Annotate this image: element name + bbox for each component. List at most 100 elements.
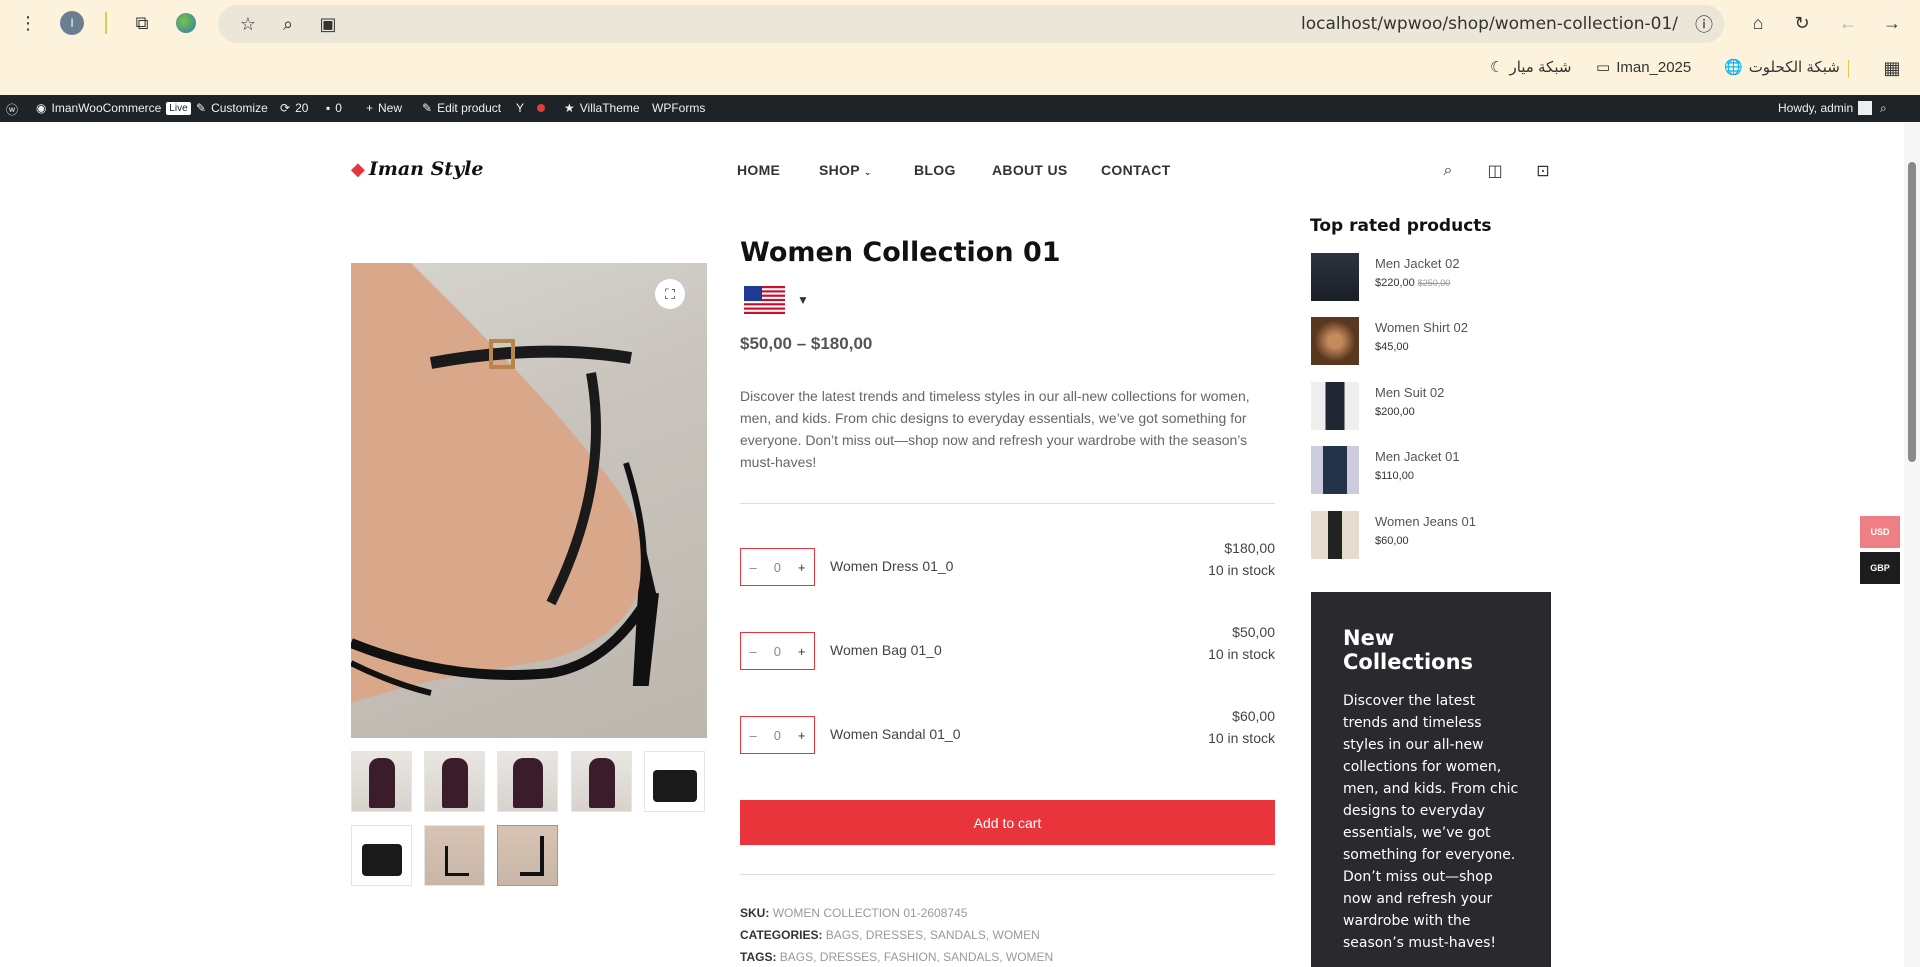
product-name[interactable]: Men Jacket 01 (1375, 449, 1460, 464)
add-to-cart-button[interactable]: Add to cart (740, 800, 1275, 845)
product-name[interactable]: Men Suit 02 (1375, 385, 1444, 400)
site-logo[interactable]: ◆ Iman Style (351, 158, 483, 180)
product-thumb[interactable] (1311, 253, 1359, 301)
site-name-link[interactable]: ◉ ImanWooCommerce Live (36, 101, 191, 115)
nav-contact[interactable]: CONTACT (1101, 162, 1171, 178)
apps-grid-icon[interactable]: ▦ (1878, 54, 1906, 82)
product-main-image[interactable]: ⛶ (351, 263, 707, 738)
plus-icon[interactable]: + (798, 644, 806, 659)
seo-status-dot (537, 104, 546, 112)
wpforms-link[interactable]: WPForms (652, 101, 705, 115)
product-name[interactable]: Women Jeans 01 (1375, 514, 1476, 529)
currency-dropdown-caret-icon[interactable]: ▼ (797, 293, 809, 307)
product-thumb[interactable] (1311, 511, 1359, 559)
nav-home[interactable]: HOME (737, 162, 780, 178)
thumb-7[interactable] (424, 825, 485, 886)
product-thumb[interactable] (1311, 446, 1359, 494)
more-menu-icon[interactable]: ⋮ (14, 9, 42, 37)
translate-icon[interactable]: ▣ (314, 10, 342, 38)
search-icon[interactable]: ⌕ (1437, 160, 1459, 182)
product-thumb[interactable] (1311, 382, 1359, 430)
top-rated-item[interactable]: Women Jeans 01 $60,00 (1311, 511, 1531, 559)
home-icon[interactable]: ⌂ (1744, 9, 1772, 37)
dashboard-icon: ◉ (36, 101, 47, 115)
page-scrollbar[interactable] (1904, 122, 1920, 967)
bookmark-3[interactable]: ☾ شبكة ميار (1490, 58, 1571, 76)
minus-icon[interactable]: – (749, 644, 756, 659)
account-icon[interactable]: ◫ (1484, 160, 1506, 182)
bookmark-2[interactable]: ▭ Iman_2025 (1596, 58, 1691, 77)
heart-logo-icon: ◆ (351, 158, 365, 180)
item-name[interactable]: Women Sandal 01_0 (830, 726, 961, 742)
zoom-icon[interactable]: ⌕ (274, 10, 302, 38)
top-rated-item[interactable]: Men Jacket 02 $220,00 $250,00 (1311, 253, 1531, 301)
currency-gbp[interactable]: GBP (1860, 552, 1900, 584)
forward-icon[interactable]: → (1878, 9, 1906, 37)
wordpress-logo-icon[interactable]: ⓦ (6, 101, 18, 118)
quantity-stepper[interactable]: – 0 + (740, 632, 815, 670)
comments-link[interactable]: ▪ 0 (326, 101, 342, 115)
updates-icon: ⟳ (280, 101, 291, 115)
thumb-3[interactable] (497, 751, 558, 812)
new-link[interactable]: + New (366, 101, 402, 115)
howdy-link[interactable]: Howdy, admin (1778, 101, 1873, 115)
plus-icon[interactable]: + (798, 728, 806, 743)
top-rated-item[interactable]: Men Suit 02 $200,00 (1311, 382, 1531, 430)
item-name[interactable]: Women Dress 01_0 (830, 558, 953, 574)
customize-link[interactable]: ✎ Customize (196, 101, 268, 115)
thumb-8[interactable] (497, 825, 558, 886)
thumb-2[interactable] (424, 751, 485, 812)
cart-icon[interactable]: ⊡ (1532, 160, 1554, 182)
fullscreen-icon[interactable]: ⛶ (655, 279, 685, 309)
minus-icon[interactable]: – (749, 560, 756, 575)
bookmark-star-icon[interactable]: ☆ (234, 10, 262, 38)
nav-blog[interactable]: BLOG (914, 162, 956, 178)
bookmark-1[interactable]: 🌐 شبكة الكحلوت (1724, 58, 1840, 76)
brush-icon: ✎ (196, 101, 207, 115)
product-price: $220,00 $250,00 (1375, 277, 1451, 289)
minus-icon[interactable]: – (749, 728, 756, 743)
plus-icon[interactable]: + (798, 560, 806, 575)
extensions-icon[interactable]: ⧉ (128, 9, 156, 37)
yoast-icon[interactable]: Y (516, 101, 546, 115)
star-icon: ★ (564, 101, 575, 115)
quantity-stepper[interactable]: – 0 + (740, 716, 815, 754)
item-name[interactable]: Women Bag 01_0 (830, 642, 942, 658)
nav-shop[interactable]: SHOP ⌄ (819, 162, 872, 178)
scrollbar-thumb[interactable] (1908, 162, 1916, 462)
quantity-value[interactable]: 0 (774, 560, 781, 575)
new-collections-banner[interactable]: New Collections Discover the latest tren… (1311, 592, 1551, 967)
thumb-4[interactable] (571, 751, 632, 812)
back-icon[interactable]: ← (1834, 9, 1862, 37)
currency-usd[interactable]: USD (1860, 516, 1900, 548)
search-icon[interactable]: ⌕ (1880, 101, 1887, 116)
divider (105, 12, 107, 34)
browser-chrome: ⋮ I ⧉ ☆ ⌕ ▣ localhost/wpwoo/shop/women-c… (0, 0, 1920, 95)
top-rated-item[interactable]: Women Shirt 02 $45,00 (1311, 317, 1531, 365)
live-badge: Live (166, 101, 191, 115)
site-info-icon[interactable]: ⓘ (1690, 10, 1718, 38)
product-thumb[interactable] (1311, 317, 1359, 365)
product-name[interactable]: Men Jacket 02 (1375, 256, 1460, 271)
top-rated-item[interactable]: Men Jacket 01 $110,00 (1311, 446, 1531, 494)
edit-product-link[interactable]: ✎ Edit product (422, 101, 501, 115)
quantity-value[interactable]: 0 (774, 728, 781, 743)
profile-avatar[interactable]: I (58, 9, 86, 37)
nav-about[interactable]: ABOUT US (992, 162, 1068, 178)
address-bar[interactable]: ☆ ⌕ ▣ localhost/wpwoo/shop/women-collect… (218, 5, 1724, 43)
us-flag-icon[interactable] (744, 286, 785, 314)
promo-text: Discover the latest trends and timeless … (1343, 693, 1519, 951)
quantity-value[interactable]: 0 (774, 644, 781, 659)
villatheme-link[interactable]: ★ VillaTheme (564, 101, 640, 115)
reload-icon[interactable]: ↻ (1788, 9, 1816, 37)
grouped-item-row: – 0 + Women Dress 01_0 $180,00 10 in sto… (740, 538, 1275, 598)
updates-link[interactable]: ⟳ 20 (280, 101, 308, 115)
extension-globe-icon[interactable] (172, 9, 200, 37)
thumb-5[interactable] (644, 751, 705, 812)
product-name[interactable]: Women Shirt 02 (1375, 320, 1468, 335)
thumb-6[interactable] (351, 825, 412, 886)
url-text[interactable]: localhost/wpwoo/shop/women-collection-01… (1301, 14, 1678, 34)
grouped-item-row: – 0 + Women Sandal 01_0 $60,00 10 in sto… (740, 706, 1275, 766)
quantity-stepper[interactable]: – 0 + (740, 548, 815, 586)
thumb-1[interactable] (351, 751, 412, 812)
